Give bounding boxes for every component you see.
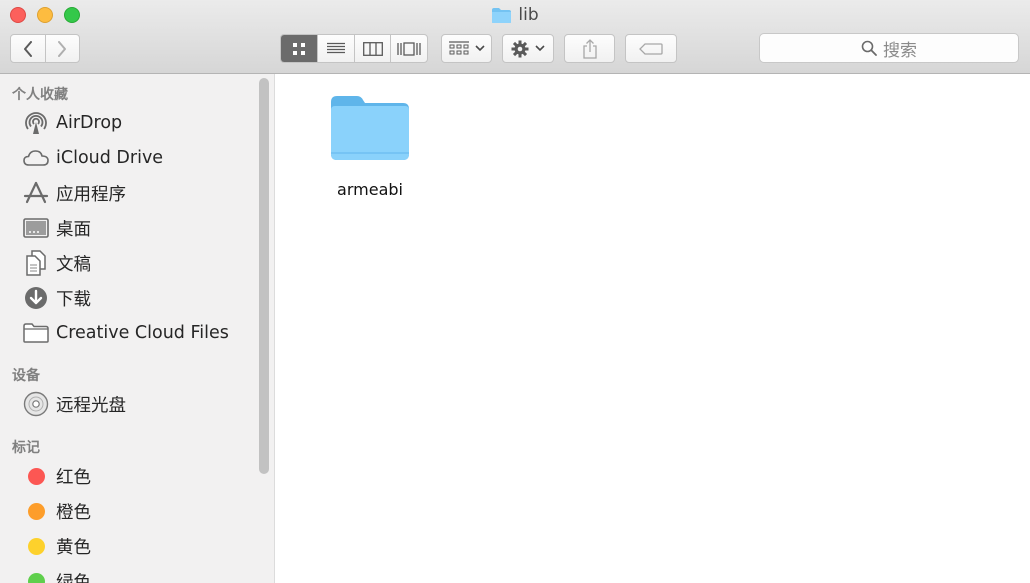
sidebar-item-label: 绿色 [56, 572, 91, 583]
sidebar-item-label: 红色 [56, 467, 91, 488]
sidebar-item-tag-green[interactable]: 绿色 [0, 565, 258, 583]
sidebar-item-label: iCloud Drive [56, 148, 164, 168]
sidebar-item-label: 黄色 [56, 537, 91, 558]
applications-icon [22, 180, 50, 206]
yellow-tag-dot-icon [22, 533, 50, 559]
sidebar-item-creative-cloud-files[interactable]: Creative Cloud Files [0, 317, 258, 349]
sidebar-item-applications[interactable]: 应用程序 [0, 177, 258, 209]
sidebar-item-icloud-drive[interactable]: iCloud Drive [0, 142, 258, 174]
forward-button[interactable] [44, 35, 79, 62]
sidebar-section-favorites-title: 个人收藏 [12, 87, 68, 103]
documents-icon [22, 250, 50, 276]
sidebar-item-tag-red[interactable]: 红色 [0, 460, 258, 492]
cover-flow-icon [397, 41, 421, 56]
edit-tags-button[interactable] [625, 34, 677, 63]
list-view-button[interactable] [317, 35, 354, 62]
chevron-down-icon [474, 45, 485, 52]
sidebar-scrollbar[interactable] [259, 78, 269, 474]
action-button[interactable] [502, 34, 554, 63]
sidebar-item-label: 桌面 [56, 219, 91, 240]
share-button[interactable] [564, 34, 615, 63]
orange-tag-dot-icon [22, 498, 50, 524]
search-field[interactable]: 搜索 [759, 33, 1019, 63]
sidebar-item-remote-disc[interactable]: 远程光盘 [0, 388, 258, 420]
sidebar-item-label: AirDrop [56, 113, 123, 133]
green-tag-dot-icon [22, 568, 50, 583]
tag-icon [639, 42, 663, 55]
arrange-button[interactable] [441, 34, 492, 63]
chevron-right-icon [58, 40, 67, 57]
sidebar-item-downloads[interactable]: 下载 [0, 282, 258, 314]
chevron-down-icon [535, 45, 545, 52]
sidebar-item-label: 橙色 [56, 502, 91, 523]
sidebar-item-label: 应用程序 [56, 184, 126, 205]
sidebar-section-tags-title: 标记 [12, 440, 40, 456]
sidebar-item-documents[interactable]: 文稿 [0, 247, 258, 279]
search-icon [861, 40, 877, 56]
search-placeholder: 搜索 [883, 40, 917, 61]
sidebar-item-tag-yellow[interactable]: 黄色 [0, 530, 258, 562]
chevron-left-icon [23, 40, 32, 57]
folder-icon [22, 320, 50, 346]
navigation-buttons [10, 34, 80, 63]
airdrop-icon [22, 110, 50, 136]
sidebar-item-tag-orange[interactable]: 橙色 [0, 495, 258, 527]
share-icon [582, 38, 597, 59]
list-icon [327, 42, 346, 54]
folder-icon [492, 7, 512, 23]
sidebar-item-airdrop[interactable]: AirDrop [0, 107, 258, 139]
window-title-text: lib [518, 5, 539, 25]
red-tag-dot-icon [22, 463, 50, 489]
gear-icon [511, 40, 529, 57]
cover-flow-view-button[interactable] [390, 35, 427, 62]
sidebar-item-label: Creative Cloud Files [56, 323, 229, 343]
columns-icon [362, 41, 383, 56]
sidebar: 个人收藏 AirDrop iCloud Drive 应用程序 桌面 文稿 下载 … [0, 74, 275, 583]
column-view-button[interactable] [353, 35, 391, 62]
sidebar-item-label: 下载 [56, 289, 91, 310]
folder-icon [331, 96, 409, 160]
sidebar-item-label: 文稿 [56, 254, 91, 275]
sidebar-item-desktop[interactable]: 桌面 [0, 212, 258, 244]
window-toolbar: lib 搜索 [0, 0, 1030, 74]
sidebar-item-label: 远程光盘 [56, 395, 126, 416]
icon-grid-icon [293, 42, 306, 55]
disc-icon [22, 391, 50, 417]
window-title: lib [0, 4, 1030, 26]
view-mode-control [280, 34, 428, 63]
folder-item[interactable]: armeabi [316, 90, 424, 208]
desktop-icon [22, 215, 50, 241]
folder-name: armeabi [337, 180, 403, 199]
icloud-icon [22, 145, 50, 171]
file-browser-content: armeabi [276, 74, 1030, 583]
sidebar-section-devices-title: 设备 [12, 368, 40, 384]
icon-view-button[interactable] [281, 35, 318, 62]
downloads-icon [22, 285, 50, 311]
back-button[interactable] [11, 35, 45, 62]
arrange-grid-icon [448, 41, 469, 55]
